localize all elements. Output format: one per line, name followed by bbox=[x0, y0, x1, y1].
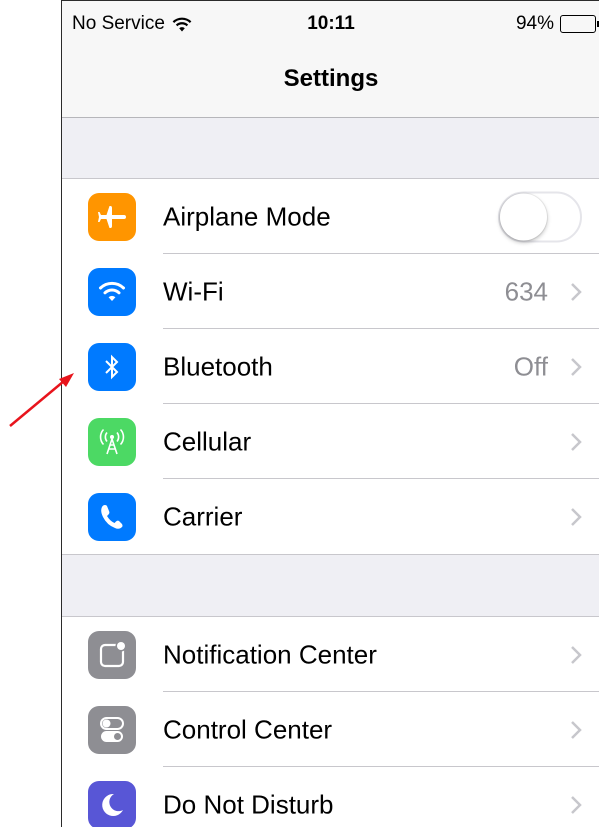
row-label: Airplane Mode bbox=[163, 201, 331, 231]
battery-percent: 94% bbox=[515, 13, 554, 34]
chevron-right-icon bbox=[570, 282, 582, 302]
settings-row-cellular[interactable]: Cellular bbox=[62, 404, 599, 479]
settings-group-notifications: Notification Center Control Center Do No… bbox=[62, 616, 599, 827]
notification-center-icon bbox=[88, 631, 136, 679]
wifi-icon bbox=[88, 268, 136, 316]
chevron-right-icon bbox=[570, 507, 582, 527]
control-center-icon bbox=[88, 706, 136, 754]
settings-row-control-center[interactable]: Control Center bbox=[62, 692, 599, 767]
settings-row-airplane-mode[interactable]: Airplane Mode bbox=[62, 179, 599, 254]
chevron-right-icon bbox=[570, 645, 582, 665]
navigation-bar: No Service 10:11 94% Settings bbox=[62, 1, 599, 118]
phone-icon bbox=[88, 493, 136, 541]
chevron-right-icon bbox=[570, 720, 582, 740]
row-label: Carrier bbox=[163, 501, 243, 531]
settings-row-do-not-disturb[interactable]: Do Not Disturb bbox=[62, 767, 599, 827]
row-label: Control Center bbox=[163, 714, 333, 744]
toggle-knob bbox=[500, 193, 547, 240]
bluetooth-icon bbox=[88, 343, 136, 391]
page-title: Settings bbox=[283, 65, 379, 92]
row-label: Notification Center bbox=[163, 639, 377, 669]
airplane-icon bbox=[88, 193, 136, 241]
chevron-right-icon bbox=[570, 432, 582, 452]
settings-row-wifi[interactable]: Wi-Fi 634 bbox=[62, 254, 599, 329]
chevron-right-icon bbox=[570, 795, 582, 815]
screenshot-page: No Service 10:11 94% Settings Airplane M… bbox=[0, 0, 599, 827]
row-label: Do Not Disturb bbox=[163, 789, 334, 819]
row-label: Wi-Fi bbox=[163, 276, 224, 306]
settings-row-carrier[interactable]: Carrier bbox=[62, 479, 599, 554]
bluetooth-status-value: Off bbox=[513, 351, 548, 381]
status-bar: No Service 10:11 94% bbox=[62, 1, 599, 49]
settings-row-bluetooth[interactable]: Bluetooth Off bbox=[62, 329, 599, 404]
row-label: Cellular bbox=[163, 426, 252, 456]
settings-screen: No Service 10:11 94% Settings Airplane M… bbox=[61, 0, 599, 827]
battery-icon bbox=[560, 15, 599, 33]
cellular-icon bbox=[88, 418, 136, 466]
wifi-network-value: 634 bbox=[504, 276, 548, 306]
row-label: Bluetooth bbox=[163, 351, 273, 381]
chevron-right-icon bbox=[570, 357, 582, 377]
moon-icon bbox=[88, 781, 136, 827]
settings-row-notification-center[interactable]: Notification Center bbox=[62, 617, 599, 692]
battery-status: 94% bbox=[516, 13, 599, 35]
airplane-mode-toggle[interactable] bbox=[498, 191, 582, 242]
settings-group-connectivity: Airplane Mode Wi-Fi 634 Bluetooth Off Ce… bbox=[62, 178, 599, 555]
